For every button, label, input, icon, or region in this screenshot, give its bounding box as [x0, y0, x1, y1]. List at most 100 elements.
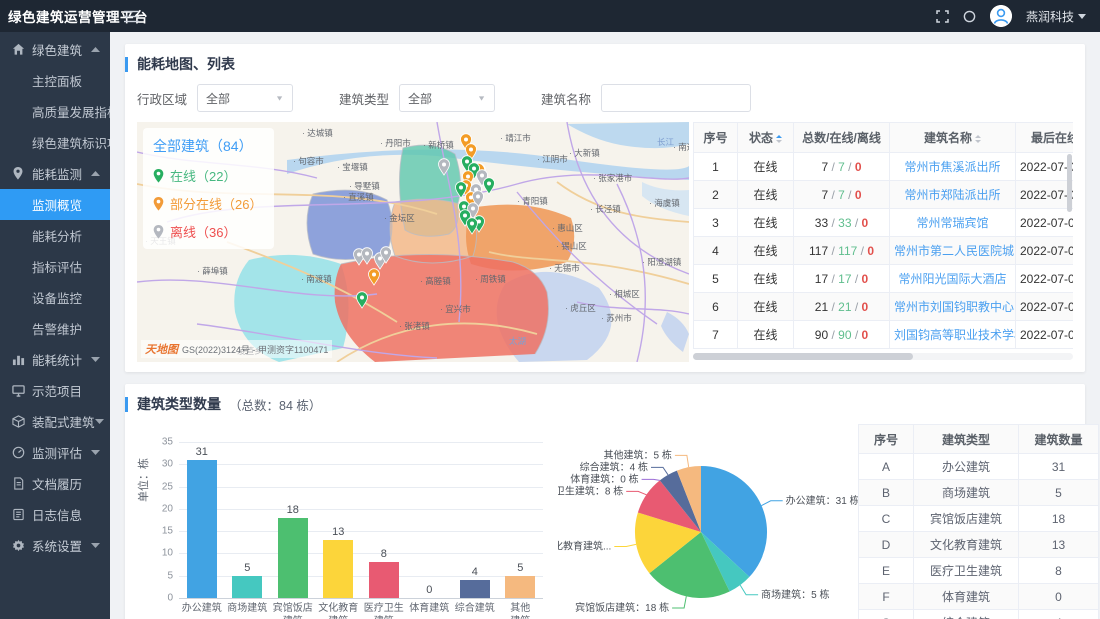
bar-宾馆饭店建筑[interactable] [278, 518, 308, 598]
building-type-select[interactable]: 全部 ▼ [399, 84, 495, 112]
sidebar-item-日志信息[interactable]: 日志信息 [0, 499, 110, 530]
sidebar-item-能耗分析[interactable]: 能耗分析 [0, 220, 110, 251]
sidebar-item-文档履历[interactable]: 文档履历 [0, 468, 110, 499]
status-badge: 在线 [738, 265, 794, 293]
column-header-建筑名称[interactable]: 建筑名称 [890, 123, 1016, 153]
legend-partial: 部分在线（26） [170, 194, 262, 213]
energy-map[interactable]: · 达城镇· 丹阳市· 新桥镇· 靖江市· 大新镇· 南通长江· 句容市· 宝堰… [137, 122, 689, 362]
column-header-序号: 序号 [859, 425, 914, 454]
bar-医疗卫生建筑[interactable] [369, 562, 399, 598]
sidebar-item-高质量发展指标[interactable]: 高质量发展指标 [0, 96, 110, 127]
cell-last-online-time: 2022-07-04 11:20:32 [1016, 321, 1074, 349]
map-panel-title-text: 能耗地图、列表 [137, 54, 235, 74]
table-horizontal-scrollbar[interactable] [693, 353, 1073, 360]
building-name-link[interactable]: 刘国钧高等职业技术学校 [894, 328, 1016, 342]
help-icon[interactable] [963, 10, 976, 23]
map-place-label: · 周铁镇 [475, 274, 506, 284]
map-place-label: · 南通 [673, 142, 689, 152]
bar-文化教育建筑[interactable] [323, 540, 353, 598]
user-menu[interactable]: 燕润科技 [1026, 8, 1086, 25]
sidebar-item-系统设置[interactable]: 系统设置 [0, 530, 110, 561]
building-name-link[interactable]: 常州市刘国钧职教中心... [894, 300, 1016, 314]
project-icon [12, 384, 26, 398]
map-place-label: · 导墅镇 [349, 181, 380, 191]
sidebar-item-能耗监测[interactable]: 能耗监测 [0, 158, 110, 189]
pie-label-文化教育建筑: 文化教育建筑... [558, 540, 611, 553]
bar-value-label: 4 [472, 566, 478, 578]
building-name-input[interactable] [601, 84, 751, 112]
table-vertical-scrollbar[interactable] [1067, 154, 1072, 212]
bar-办公建筑[interactable] [187, 460, 217, 598]
map-place-label: · 惠山区 [552, 223, 583, 233]
sidebar-item-装配式建筑[interactable]: 装配式建筑 [0, 406, 110, 437]
grid-line [179, 531, 543, 532]
sidebar-item-label: 日志信息 [32, 505, 82, 524]
sidebar-item-设备监控[interactable]: 设备监控 [0, 282, 110, 313]
count-offline: 0 [855, 188, 862, 202]
count-total: 33 [815, 216, 828, 230]
type-filter-label: 建筑类型 [339, 89, 389, 108]
column-header-最后在线时间[interactable]: 最后在线时间 [1016, 123, 1074, 153]
y-tick-label: 30 [162, 459, 173, 470]
region-select[interactable]: 全部 ▼ [197, 84, 293, 112]
cell-building-count: 5 [1019, 480, 1099, 506]
building-name-link[interactable]: 常州常瑞宾馆 [916, 216, 988, 230]
cell-building-name: 常州市刘国钧职教中心... [890, 293, 1016, 321]
filter-bar: 行政区域 全部 ▼ 建筑类型 全部 ▼ 建筑名称 [125, 84, 1073, 112]
building-name-link[interactable]: 常州阳光国际大酒店 [898, 272, 1006, 286]
status-badge: 在线 [738, 209, 794, 237]
sidebar-item-告警维护[interactable]: 告警维护 [0, 313, 110, 344]
sidebar-item-主控面板[interactable]: 主控面板 [0, 65, 110, 96]
x-tick-label: 文化教育 建筑 [318, 603, 358, 619]
pie-label-商场建筑: 商场建筑：5 栋 [761, 588, 829, 601]
orange-pin-icon [153, 197, 164, 211]
grid-line [179, 509, 543, 510]
sidebar-item-label: 能耗监测 [32, 164, 82, 183]
table-row: F体育建筑0 [859, 584, 1099, 610]
sidebar-item-能耗统计[interactable]: 能耗统计 [0, 344, 110, 375]
column-header-状态[interactable]: 状态 [738, 123, 794, 153]
y-tick-label: 25 [162, 481, 173, 492]
sidebar-item-监测概览[interactable]: 监测概览 [0, 189, 110, 220]
sidebar-item-label: 示范项目 [32, 381, 82, 400]
log-icon [12, 508, 26, 522]
sidebar-item-绿色建筑[interactable]: 绿色建筑 [0, 34, 110, 65]
status-badge: 在线 [738, 181, 794, 209]
y-tick-label: 0 [167, 593, 173, 604]
building-name-link[interactable]: 常州市郑陆派出所 [904, 188, 1000, 202]
y-tick-label: 5 [167, 570, 173, 581]
x-tick-label: 商场建筑 [227, 603, 267, 616]
cell-index: 7 [694, 321, 738, 349]
table-row: 1在线7 / 7 / 0常州市焦溪派出所2022-07-04 11:00:30 [694, 153, 1074, 181]
map-attribution: 天地图 GS(2022)3124号 - 甲测资字1100471 [141, 340, 332, 358]
chart-icon [12, 353, 26, 367]
building-type-panel: 建筑类型数量 （总数：84 栋） 单位：栋 0510152025303531办公… [125, 384, 1085, 619]
cell-building-type: 办公建筑 [914, 454, 1019, 480]
sort-icon[interactable] [776, 132, 782, 146]
bar-综合建筑[interactable] [460, 580, 490, 598]
building-name-link[interactable]: 常州市第二人民医院城... [894, 244, 1016, 258]
sidebar-fold-icon[interactable] [124, 10, 139, 23]
count-online: 7 [838, 188, 845, 202]
column-header-序号: 序号 [694, 123, 738, 153]
sidebar-item-label: 绿色建筑 [32, 40, 82, 59]
pie-label-综合建筑: 综合建筑：4 栋 [580, 461, 648, 474]
grid-line [179, 487, 543, 488]
bar-商场建筑[interactable] [232, 576, 262, 598]
avatar[interactable] [990, 5, 1012, 27]
building-name-link[interactable]: 常州市焦溪派出所 [904, 160, 1000, 174]
count-offline: 0 [862, 300, 869, 314]
sort-icon[interactable] [975, 132, 981, 146]
cell-last-online-time: 2022-07-04 11:00:30 [1016, 181, 1074, 209]
bar-其他建筑[interactable] [505, 576, 535, 598]
sidebar-item-绿色建筑标识项目[interactable]: 绿色建筑标识项目 [0, 127, 110, 158]
map-panel-title: 能耗地图、列表 [125, 54, 1073, 74]
cell-index: B [859, 480, 914, 506]
fullscreen-icon[interactable] [936, 10, 949, 23]
map-place-label: · 直溪镇 [343, 192, 374, 202]
sidebar-item-示范项目[interactable]: 示范项目 [0, 375, 110, 406]
map-place-label: · 相城区 [609, 289, 640, 299]
table-row: A办公建筑31 [859, 454, 1099, 480]
sidebar-item-监测评估[interactable]: 监测评估 [0, 437, 110, 468]
sidebar-item-指标评估[interactable]: 指标评估 [0, 251, 110, 282]
